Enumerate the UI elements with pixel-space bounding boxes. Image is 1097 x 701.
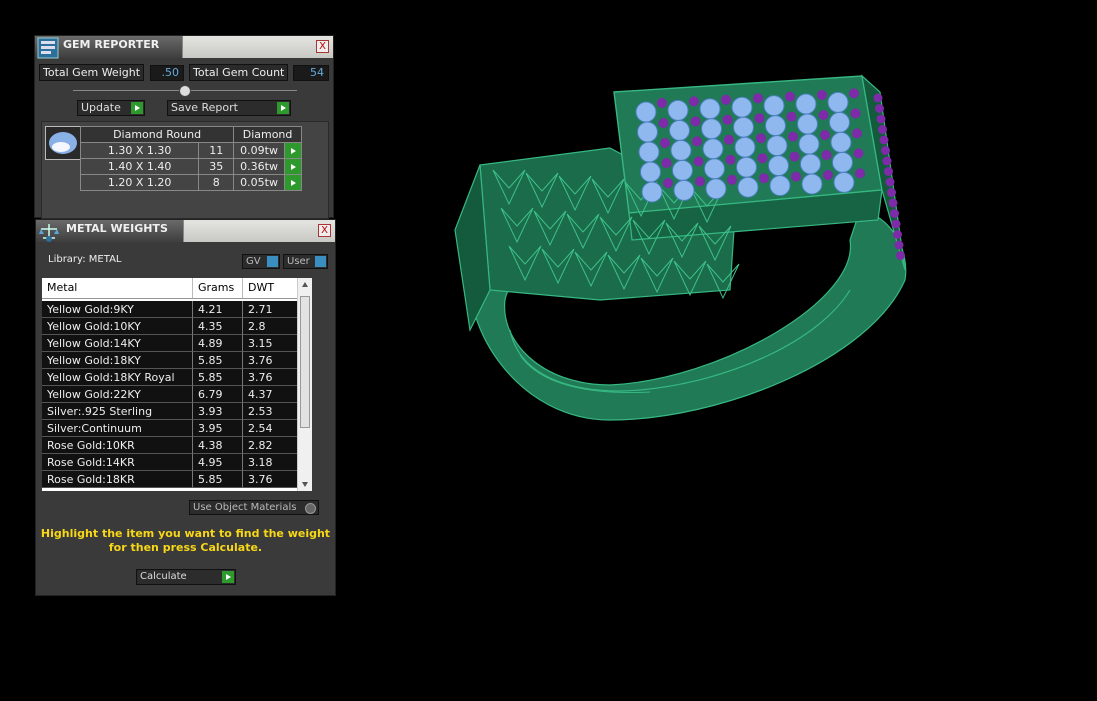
stone-purple [725,154,736,165]
stone-purple [759,173,769,184]
stone-purple [690,116,701,127]
side-stone [885,177,895,187]
stone-purple [817,90,827,100]
stone-purple [850,108,861,119]
stone-purple [756,133,766,144]
stone-purple [693,156,704,167]
stone-blue [731,96,753,118]
stone-purple [724,134,734,145]
side-stone [894,240,904,250]
stone-purple [791,171,801,182]
stone-blue [827,91,849,113]
stone-purple [788,131,798,142]
stone-blue [670,139,692,161]
stone-purple [660,138,670,148]
stone-purple [661,158,672,168]
stone-blue [768,155,789,177]
stone-purple [785,91,795,102]
stone-purple [853,148,864,159]
stone-purple [855,168,865,179]
stone-purple [821,150,832,160]
stone-blue [766,135,788,157]
stone-blue [798,133,820,155]
stone-blue [800,153,821,175]
ring-3d-model[interactable] [0,0,1097,701]
stone-purple [722,114,733,125]
stone-purple [695,176,705,187]
stone-blue [699,98,721,120]
stone-blue [641,181,663,203]
stone-blue [833,171,855,193]
stone-blue [673,179,695,201]
side-stone [876,114,886,124]
stone-blue [701,118,722,140]
stone-purple [689,96,699,107]
stone-purple [663,178,673,188]
stone-purple [727,174,737,185]
side-stone [875,104,884,113]
stone-blue [702,138,724,160]
stone-purple [849,88,859,99]
side-stone [896,251,905,260]
stone-blue [737,176,759,198]
stone-blue [801,173,823,195]
side-stone [890,209,899,218]
stone-blue [769,175,791,197]
stone-blue [640,161,661,183]
stone-purple [757,153,768,164]
stone-purple [852,128,862,139]
stone-blue [672,159,693,181]
stone-blue [667,99,689,121]
stone-blue [669,119,690,141]
stone-blue [638,141,660,163]
stone-purple [823,170,833,180]
stone-blue [763,95,785,117]
stone-blue [736,156,757,178]
stone-purple [692,136,702,147]
side-stone [888,198,898,208]
side-stone [873,93,883,103]
ring-model-group [454,74,907,421]
stone-blue [733,116,754,138]
stone-purple [786,111,797,122]
stone-blue [704,158,725,180]
stone-blue [830,131,852,153]
stone-blue [705,178,727,200]
stone-purple [657,98,667,108]
side-stone [879,135,889,145]
side-stone [884,167,893,176]
stone-purple [818,110,829,120]
stone-purple [721,94,731,105]
side-stone [893,230,902,239]
stone-blue [635,101,657,123]
stone-purple [820,130,830,140]
stone-blue [765,115,786,137]
stone-blue [829,111,850,133]
stone-purple [789,151,800,162]
stone-blue [797,113,818,135]
stone-purple [754,113,765,124]
side-stone [891,219,901,229]
side-stone [882,156,892,166]
side-stone [881,146,890,155]
stone-blue [795,93,817,115]
stone-blue [832,151,853,173]
stone-purple [753,93,763,104]
stone-purple [658,118,669,128]
side-stone [887,188,896,197]
stone-blue [734,136,756,158]
side-stone [878,125,887,134]
stone-blue [637,121,658,143]
